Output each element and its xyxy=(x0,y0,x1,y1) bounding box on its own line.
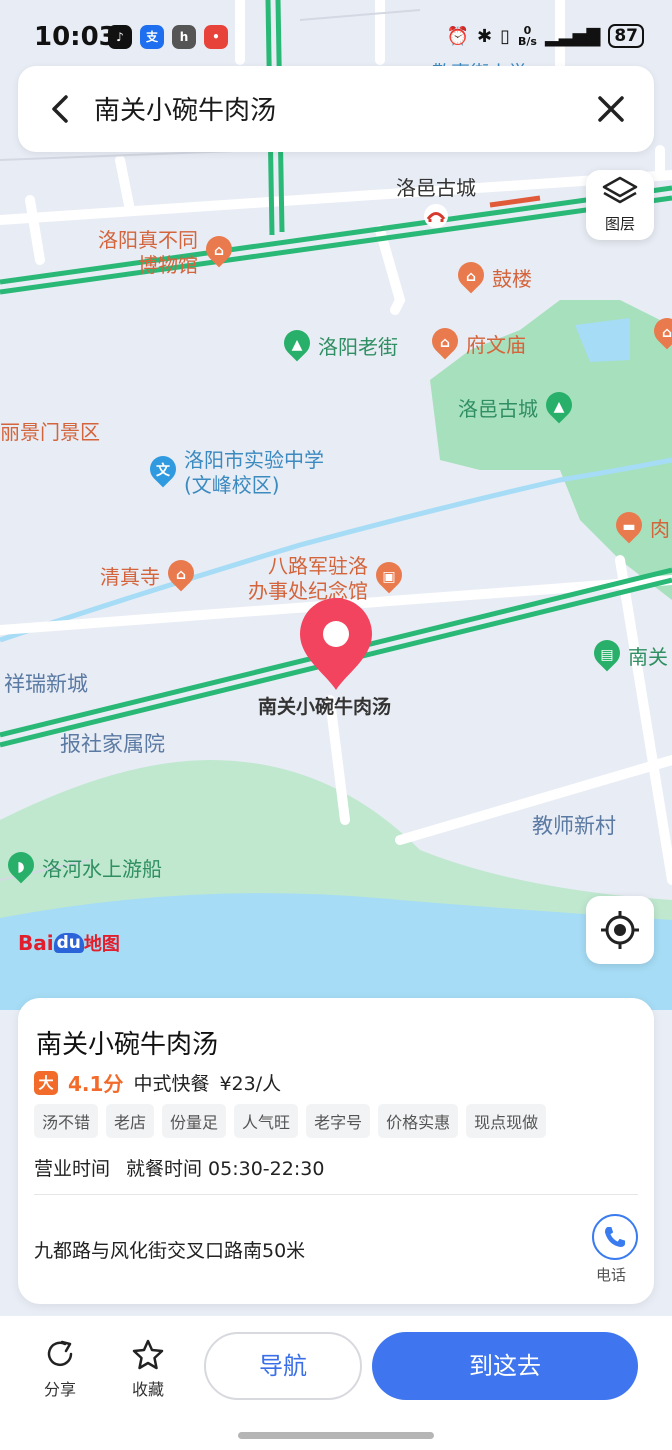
divider xyxy=(34,1194,638,1195)
building-icon: ▤ xyxy=(592,640,622,674)
poi-luoyi-city[interactable]: 洛邑古城 ▲ xyxy=(458,392,574,426)
hours-label: 营业时间 xyxy=(34,1158,111,1180)
system-status: ⏰ ✱ ▯ 0 B/s ▂▃▅▇ 87 xyxy=(447,24,644,48)
poi-fuwenmiao[interactable]: ⌂ 府文庙 xyxy=(430,328,526,362)
close-icon[interactable] xyxy=(590,88,632,130)
boat-icon: ◗ xyxy=(6,852,36,886)
phone-label[interactable]: 电话 xyxy=(596,1264,626,1285)
vibrate-icon: ▯ xyxy=(500,25,510,47)
bottom-action-bar: 分享 收藏 导航 到这去 xyxy=(0,1316,672,1450)
tag: 现点现做 xyxy=(466,1104,547,1138)
area-baoshe: 报社家属院 xyxy=(60,732,165,756)
rating-icon: 大 xyxy=(34,1070,58,1095)
poi-museum[interactable]: 洛阳真不同 博物馆 ⌂ xyxy=(98,228,234,278)
favorite-label: 收藏 xyxy=(131,1380,164,1399)
tag: 份量足 xyxy=(162,1104,227,1138)
area-jiaoshi: 教师新村 xyxy=(532,814,616,838)
area-xiangrui: 祥瑞新城 xyxy=(4,672,88,696)
landmark-icon: ⌂ xyxy=(652,318,672,352)
battery-icon: 87 xyxy=(608,24,644,48)
phone-icon[interactable] xyxy=(592,1214,638,1260)
tag: 汤不错 xyxy=(34,1104,99,1138)
poi-edge[interactable]: ⌂ xyxy=(652,318,672,352)
search-bar[interactable]: 南关小碗牛肉汤 xyxy=(18,66,654,152)
poi-laojie[interactable]: ▲ 洛阳老街 xyxy=(282,330,398,364)
back-icon[interactable] xyxy=(40,88,82,130)
poi-nanguan[interactable]: ▤ 南关 xyxy=(592,640,668,674)
museum-icon: ⌂ xyxy=(204,236,234,270)
favorite-button[interactable]: 收藏 xyxy=(118,1338,178,1400)
poi-name: 南关小碗牛肉汤 xyxy=(36,1030,219,1060)
poi-jingmen[interactable]: 丽景门景区 xyxy=(0,416,100,445)
navigate-button[interactable]: 导航 xyxy=(204,1332,362,1400)
poi-detail-card[interactable]: 南关小碗牛肉汤 大 4.1分 中式快餐 ¥23/人 汤不错 老店 份量足 人气旺… xyxy=(18,998,654,1304)
share-button[interactable]: 分享 xyxy=(30,1338,90,1400)
scenic-icon: ▲ xyxy=(282,330,312,364)
status-bar: 10:03 ♪ 支 h • ⏰ ✱ ▯ 0 B/s ▂▃▅▇ 87 xyxy=(0,0,672,72)
share-label: 分享 xyxy=(43,1380,76,1399)
go-here-button[interactable]: 到这去 xyxy=(372,1332,638,1400)
locate-icon xyxy=(601,911,639,949)
clock: 10:03 xyxy=(34,22,117,52)
alarm-icon: ⏰ xyxy=(446,25,469,47)
poi-address: 九都路与风化街交叉口路南50米 xyxy=(34,1240,306,1262)
scenic-gate-icon xyxy=(424,204,448,228)
memorial-icon: ▣ xyxy=(374,562,404,596)
poi-rating: 4.1分 xyxy=(68,1072,124,1096)
layers-icon xyxy=(602,176,638,204)
paw-logo: du xyxy=(53,933,84,953)
tiktok-icon: ♪ xyxy=(108,25,132,49)
search-query[interactable]: 南关小碗牛肉汤 xyxy=(94,90,276,127)
scenic-icon: ▲ xyxy=(544,392,574,426)
alipay-icon: 支 xyxy=(140,25,164,49)
baidu-map-logo: Bai du 地图 xyxy=(18,931,120,955)
share-icon xyxy=(47,1340,73,1367)
poi-luoyi-gate[interactable]: 洛邑古城 xyxy=(396,176,476,229)
layer-label: 图层 xyxy=(604,215,635,233)
poi-mosque[interactable]: 清真寺 ⌂ xyxy=(100,560,196,594)
poi-hours: 营业时间 就餐时间 05:30-22:30 xyxy=(34,1154,324,1181)
tag: 人气旺 xyxy=(234,1104,299,1138)
restaurant-icon: ▬ xyxy=(614,512,644,546)
temple-icon: ⌂ xyxy=(430,328,460,362)
selected-location-label: 南关小碗牛肉汤 xyxy=(258,696,392,718)
poi-boat[interactable]: ◗ 洛河水上游船 xyxy=(6,852,162,886)
poi-gulou[interactable]: ⌂ 鼓楼 xyxy=(456,262,532,296)
hours-value: 就餐时间 05:30-22:30 xyxy=(126,1158,325,1180)
poi-tags: 汤不错 老店 份量足 人气旺 老字号 价格实惠 现点现做 xyxy=(34,1104,547,1138)
app-icon: h xyxy=(172,25,196,49)
tag: 价格实惠 xyxy=(378,1104,459,1138)
net-speed: 0 B/s xyxy=(518,24,537,48)
poi-category: 中式快餐 xyxy=(133,1073,210,1095)
mosque-icon: ⌂ xyxy=(166,560,196,594)
home-indicator[interactable] xyxy=(238,1432,434,1439)
poi-school[interactable]: 文 洛阳市实验中学 (文峰校区) xyxy=(148,448,324,498)
star-icon xyxy=(132,1339,164,1370)
layer-button[interactable]: 图层 xyxy=(586,170,654,240)
red-app-icon: • xyxy=(204,25,228,49)
signal-icon: ▂▃▅▇ xyxy=(544,25,601,47)
selected-location-pin[interactable] xyxy=(296,596,376,692)
tag: 老店 xyxy=(106,1104,155,1138)
bluetooth-icon: ✱ xyxy=(477,25,493,47)
poi-price: ¥23/人 xyxy=(219,1073,282,1095)
school-icon: 文 xyxy=(148,456,178,490)
poi-meta: 大 4.1分 中式快餐 ¥23/人 xyxy=(34,1068,281,1097)
tag: 老字号 xyxy=(306,1104,371,1138)
poi-rou[interactable]: ▬ 肉 xyxy=(614,512,670,546)
locate-button[interactable] xyxy=(586,896,654,964)
tower-icon: ⌂ xyxy=(456,262,486,296)
